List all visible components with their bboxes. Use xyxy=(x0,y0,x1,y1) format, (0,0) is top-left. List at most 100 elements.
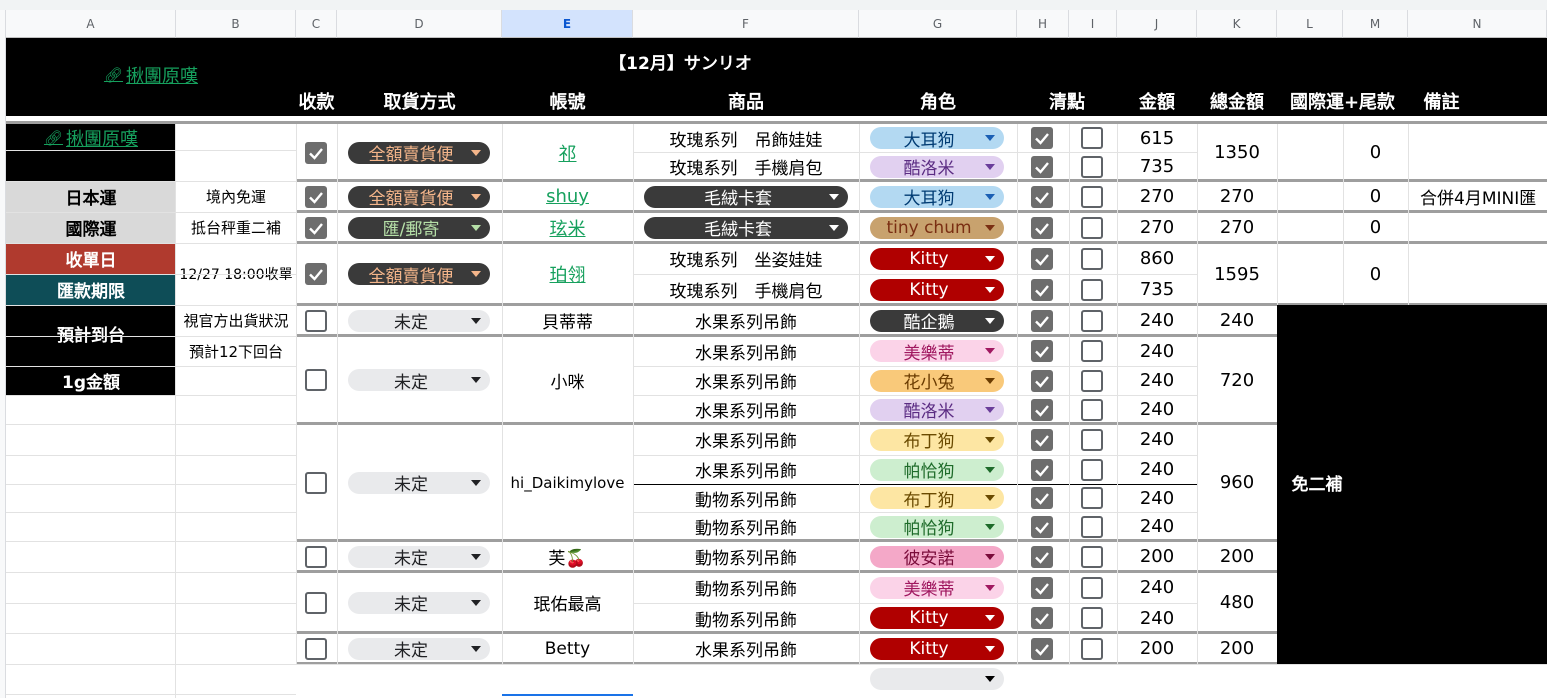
count-checkbox[interactable] xyxy=(1031,127,1053,149)
paid-checkbox[interactable] xyxy=(305,185,327,208)
verify-checkbox[interactable] xyxy=(1081,515,1103,538)
character-dropdown[interactable]: Kitty xyxy=(870,278,1004,301)
count-checkbox[interactable] xyxy=(1031,309,1053,332)
paid-checkbox[interactable] xyxy=(305,591,327,614)
pickup-dropdown[interactable]: 未定 xyxy=(348,369,490,393)
column-header-e[interactable]: E xyxy=(502,10,633,38)
verify-checkbox[interactable] xyxy=(1081,247,1103,270)
count-checkbox[interactable] xyxy=(1031,607,1053,629)
verify-checkbox[interactable] xyxy=(1081,340,1103,362)
pickup-dropdown[interactable]: 未定 xyxy=(348,591,490,615)
character-dropdown[interactable]: 美樂蒂 xyxy=(870,576,1004,600)
verify-checkbox[interactable] xyxy=(1081,545,1103,568)
character-dropdown-empty[interactable] xyxy=(870,668,1004,690)
count-checkbox[interactable] xyxy=(1031,398,1053,421)
verify-checkbox[interactable] xyxy=(1081,216,1103,239)
paid-checkbox[interactable] xyxy=(305,263,327,285)
verify-checkbox[interactable] xyxy=(1081,637,1103,660)
verify-checkbox[interactable] xyxy=(1081,185,1103,208)
product-dropdown[interactable]: 毛絨卡套 xyxy=(644,216,848,240)
verify-checkbox[interactable] xyxy=(1081,278,1103,301)
pickup-dropdown[interactable]: 未定 xyxy=(348,471,490,495)
column-header-k[interactable]: K xyxy=(1197,10,1277,38)
pickup-dropdown[interactable]: 未定 xyxy=(348,637,490,661)
count-checkbox[interactable] xyxy=(1031,216,1053,239)
account-name[interactable]: shuy xyxy=(502,181,633,212)
verify-checkbox[interactable] xyxy=(1081,576,1103,599)
count-checkbox[interactable] xyxy=(1031,637,1053,660)
column-header-g[interactable]: G xyxy=(859,10,1017,38)
character-dropdown-value: Kitty xyxy=(909,608,949,628)
paid-checkbox[interactable] xyxy=(305,216,327,239)
pickup-dropdown[interactable]: 匯/郵寄 xyxy=(348,216,490,240)
eta-value-1: 視官方出貨狀況 xyxy=(183,311,289,330)
character-dropdown[interactable]: 帕恰狗 xyxy=(870,515,1004,539)
character-dropdown[interactable]: 布丁狗 xyxy=(870,487,1004,511)
pickup-dropdown[interactable]: 未定 xyxy=(348,545,490,569)
paid-checkbox[interactable] xyxy=(305,309,327,332)
verify-checkbox[interactable] xyxy=(1081,607,1103,629)
character-dropdown[interactable]: 酷企鵝 xyxy=(870,309,1004,333)
count-checkbox[interactable] xyxy=(1031,576,1053,599)
column-header-d[interactable]: D xyxy=(337,10,502,38)
verify-checkbox[interactable] xyxy=(1081,155,1103,178)
character-dropdown[interactable]: tiny chum xyxy=(870,216,1004,239)
verify-checkbox[interactable] xyxy=(1081,398,1103,421)
character-dropdown[interactable]: 大耳狗 xyxy=(870,127,1004,151)
grid-line xyxy=(6,603,296,604)
character-dropdown[interactable]: 彼安諾 xyxy=(870,545,1004,569)
column-header-j[interactable]: J xyxy=(1117,10,1197,38)
column-header-f[interactable]: F xyxy=(633,10,859,38)
account-name[interactable]: 祁 xyxy=(502,124,633,181)
account-name[interactable]: 玹米 xyxy=(502,212,633,243)
column-header-h[interactable]: H xyxy=(1017,10,1069,38)
verify-checkbox[interactable] xyxy=(1081,428,1103,451)
count-checkbox[interactable] xyxy=(1031,155,1053,178)
count-checkbox[interactable] xyxy=(1031,545,1053,568)
paid-checkbox[interactable] xyxy=(305,545,327,568)
character-dropdown[interactable]: Kitty xyxy=(870,247,1004,270)
pickup-dropdown[interactable]: 未定 xyxy=(348,309,490,333)
count-checkbox[interactable] xyxy=(1031,515,1053,538)
column-header-m[interactable]: M xyxy=(1343,10,1408,38)
character-dropdown[interactable]: 美樂蒂 xyxy=(870,340,1004,364)
count-checkbox[interactable] xyxy=(1031,247,1053,270)
column-header-i[interactable]: I xyxy=(1069,10,1117,38)
paid-checkbox[interactable] xyxy=(305,471,327,494)
character-dropdown[interactable]: 花小兔 xyxy=(870,369,1004,393)
count-checkbox[interactable] xyxy=(1031,458,1053,481)
column-header-c[interactable]: C xyxy=(296,10,337,38)
verify-checkbox[interactable] xyxy=(1081,458,1103,481)
paid-checkbox[interactable] xyxy=(305,637,327,660)
count-checkbox[interactable] xyxy=(1031,487,1053,509)
verify-checkbox[interactable] xyxy=(1081,369,1103,392)
paid-checkbox[interactable] xyxy=(305,369,327,391)
paid-checkbox[interactable] xyxy=(305,141,327,164)
character-dropdown[interactable]: 酷洛米 xyxy=(870,155,1004,179)
character-dropdown[interactable]: 帕恰狗 xyxy=(870,458,1004,482)
character-dropdown[interactable]: 大耳狗 xyxy=(870,185,1004,209)
character-dropdown[interactable]: Kitty xyxy=(870,607,1004,629)
sidebar-group-link[interactable]: 🔗︎ 揪團原嘆 xyxy=(6,124,176,152)
pickup-dropdown[interactable]: 全額賣貨便 xyxy=(348,141,490,165)
count-checkbox[interactable] xyxy=(1031,369,1053,392)
verify-checkbox[interactable] xyxy=(1081,487,1103,509)
product-dropdown[interactable]: 毛絨卡套 xyxy=(644,185,848,209)
character-dropdown[interactable]: 酷洛米 xyxy=(870,398,1004,422)
character-dropdown[interactable]: 布丁狗 xyxy=(870,428,1004,452)
pickup-dropdown[interactable]: 全額賣貨便 xyxy=(348,263,490,287)
count-checkbox[interactable] xyxy=(1031,340,1053,362)
column-header-l[interactable]: L xyxy=(1277,10,1343,38)
group-link[interactable]: 🔗︎ 揪團原嘆 xyxy=(6,60,296,90)
column-header-a[interactable]: A xyxy=(6,10,176,38)
verify-checkbox[interactable] xyxy=(1081,309,1103,332)
account-name[interactable]: 珀翎 xyxy=(502,243,633,305)
verify-checkbox[interactable] xyxy=(1081,127,1103,149)
column-header-b[interactable]: B xyxy=(176,10,296,38)
column-header-n[interactable]: N xyxy=(1408,10,1547,38)
count-checkbox[interactable] xyxy=(1031,185,1053,208)
pickup-dropdown[interactable]: 全額賣貨便 xyxy=(348,185,490,209)
count-checkbox[interactable] xyxy=(1031,278,1053,301)
count-checkbox[interactable] xyxy=(1031,428,1053,451)
character-dropdown[interactable]: Kitty xyxy=(870,637,1004,660)
